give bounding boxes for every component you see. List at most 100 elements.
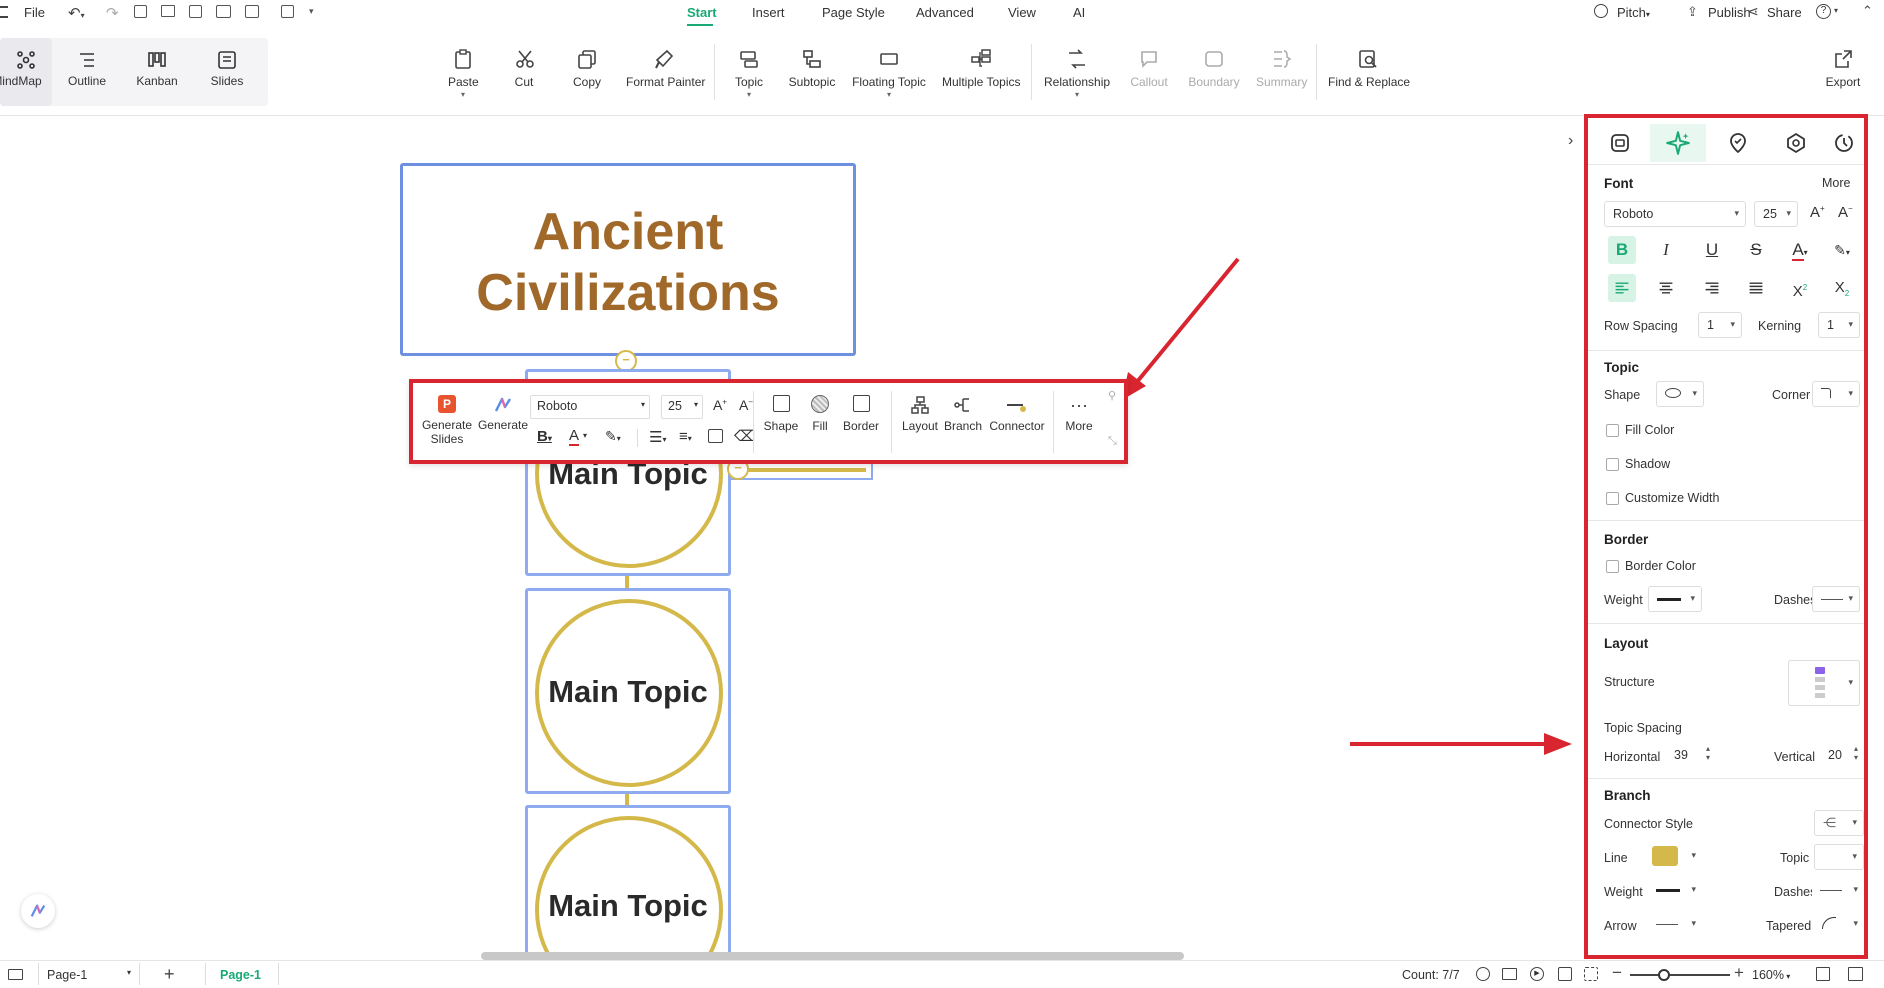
pitch-button[interactable]: Pitch▾ [1617, 5, 1650, 20]
fit-width-icon[interactable] [1584, 967, 1598, 981]
tab-start[interactable]: Start [687, 5, 717, 20]
generate-button[interactable]: Generate [477, 395, 529, 432]
tab-theme[interactable] [1768, 124, 1824, 162]
align-center-button[interactable] [1652, 274, 1680, 302]
export-small-icon[interactable] [245, 5, 259, 18]
decrease-font-icon[interactable]: A− [1838, 204, 1853, 221]
boundary-button[interactable]: Boundary [1188, 48, 1240, 89]
page-select[interactable]: Page-1 ▾ [38, 963, 140, 985]
more-button[interactable]: ··· More [1061, 395, 1097, 433]
fit-page-icon[interactable] [1558, 967, 1572, 981]
collapse-ribbon-icon[interactable]: ⌃ [1862, 3, 1873, 19]
text-box-icon[interactable] [708, 429, 723, 443]
resize-icon[interactable]: ⤡ [1108, 435, 1117, 448]
callout-button[interactable]: Callout [1130, 48, 1168, 89]
arrow-select[interactable]: ▾ [1648, 912, 1702, 938]
zoom-slider[interactable] [1630, 969, 1730, 981]
menu-icon[interactable] [0, 6, 8, 18]
list-icon[interactable]: ☰▾ [649, 428, 666, 446]
book-view-icon[interactable] [1502, 968, 1517, 980]
tab-style[interactable] [1592, 124, 1648, 162]
copy-button[interactable]: Copy [572, 48, 602, 89]
row-spacing-select[interactable]: 1 ▾ [1698, 312, 1742, 338]
help-icon[interactable]: ? [1816, 4, 1831, 19]
paste-button[interactable]: Paste ▾ [448, 48, 479, 99]
branch-weight-select[interactable]: ▾ [1648, 878, 1702, 904]
superscript-button[interactable]: X2 [1786, 274, 1814, 302]
more-dropdown-icon[interactable]: ▾ [309, 6, 314, 17]
connector-style-select[interactable]: ⋲ ▾ [1814, 810, 1864, 836]
tab-marker[interactable] [1710, 124, 1766, 162]
pitch-icon[interactable] [1594, 4, 1608, 18]
active-page-tab[interactable]: Page-1 [205, 963, 279, 985]
font-color-dropdown-icon[interactable]: ▾ [583, 431, 587, 440]
shape-button[interactable]: Shape [763, 395, 799, 433]
publish-icon[interactable]: ⇪ [1687, 4, 1698, 20]
align-left-button[interactable] [1608, 274, 1636, 302]
align-icon[interactable]: ≡▾ [679, 428, 692, 445]
tab-view[interactable]: View [1008, 5, 1036, 20]
font-family-select[interactable]: Roboto ▾ [530, 395, 650, 419]
fill-color-checkbox[interactable] [1606, 424, 1619, 437]
view-mindmap[interactable]: MindMap [0, 38, 52, 106]
play-icon[interactable]: ▶ [1530, 967, 1544, 981]
fullscreen-icon[interactable] [1816, 967, 1830, 981]
branch-dashes-select[interactable]: ▾ [1812, 878, 1864, 904]
open-folder-icon[interactable] [161, 5, 175, 17]
print-icon[interactable] [216, 5, 231, 18]
tab-advanced[interactable]: Advanced [916, 5, 974, 20]
increase-font-icon[interactable]: A+ [1810, 204, 1825, 221]
branch-button[interactable]: Branch [943, 395, 983, 433]
help-dropdown-icon[interactable]: ▾ [1834, 6, 1838, 15]
floating-topic-button[interactable]: Floating Topic ▾ [852, 48, 926, 99]
page-panel-icon[interactable] [8, 969, 23, 980]
view-kanban[interactable]: Kanban [122, 38, 192, 106]
corner-select[interactable]: ▾ [1812, 381, 1860, 407]
find-replace-button[interactable]: Find & Replace [1328, 48, 1410, 89]
add-page-icon[interactable]: + [164, 964, 175, 985]
ai-assistant-button[interactable] [21, 894, 55, 928]
pin-icon[interactable]: ⚲ [1108, 389, 1116, 402]
main-topic-box[interactable]: Main Topic [525, 588, 731, 794]
cut-button[interactable]: Cut [514, 48, 534, 89]
layout-button[interactable]: Layout [901, 395, 939, 433]
zoom-level[interactable]: 160% ▾ [1752, 968, 1790, 982]
topic-button[interactable]: Topic ▾ [734, 48, 764, 99]
subscript-button[interactable]: X2 [1828, 274, 1856, 302]
tab-ai[interactable]: AI [1073, 5, 1085, 20]
task-icon[interactable] [281, 5, 294, 18]
multiple-topics-button[interactable]: Multiple Topics [942, 48, 1020, 89]
new-file-icon[interactable] [134, 5, 147, 18]
tapered-select[interactable]: ▾ [1814, 912, 1864, 938]
underline-button[interactable]: U [1698, 236, 1726, 264]
subtopic-button[interactable]: Subtopic [788, 48, 836, 89]
tab-insert[interactable]: Insert [752, 5, 785, 20]
customize-width-checkbox[interactable] [1606, 492, 1619, 505]
generate-slides-button[interactable]: P Generate Slides [421, 395, 473, 446]
bold-button[interactable]: B [1608, 236, 1636, 264]
border-color-checkbox[interactable] [1606, 560, 1619, 573]
tab-history[interactable] [1824, 124, 1864, 162]
line-color-select[interactable]: ▾ [1648, 844, 1702, 870]
kerning-select[interactable]: 1 ▾ [1818, 312, 1860, 338]
tab-page-style[interactable]: Page Style [822, 5, 885, 20]
border-weight-select[interactable]: ▾ [1648, 586, 1702, 612]
publish-button[interactable]: Publish [1708, 5, 1751, 20]
view-outline[interactable]: Outline [52, 38, 122, 106]
shape-select[interactable]: ▾ [1656, 381, 1704, 407]
tab-ai-style[interactable] [1650, 124, 1706, 162]
border-button[interactable]: Border [841, 395, 881, 433]
justify-button[interactable] [1742, 274, 1770, 302]
strikethrough-button[interactable]: S [1742, 236, 1770, 264]
border-dashes-select[interactable]: ▾ [1812, 586, 1860, 612]
panel-toggle-icon[interactable] [1848, 967, 1863, 981]
menu-file[interactable]: File [24, 5, 45, 20]
main-topic-box[interactable]: Main Topic [525, 805, 731, 965]
fill-button[interactable]: Fill [807, 395, 833, 433]
view-slides[interactable]: Slides [192, 38, 262, 106]
italic-button[interactable]: I [1652, 236, 1680, 264]
font-color-button[interactable]: A▾ [1786, 236, 1814, 264]
mindmap-canvas[interactable]: Ancient Civilizations − Main Topic − Mai… [0, 117, 1580, 965]
undo-icon[interactable]: ↶▾ [68, 4, 85, 22]
decrease-font-icon[interactable]: A− [739, 397, 753, 413]
